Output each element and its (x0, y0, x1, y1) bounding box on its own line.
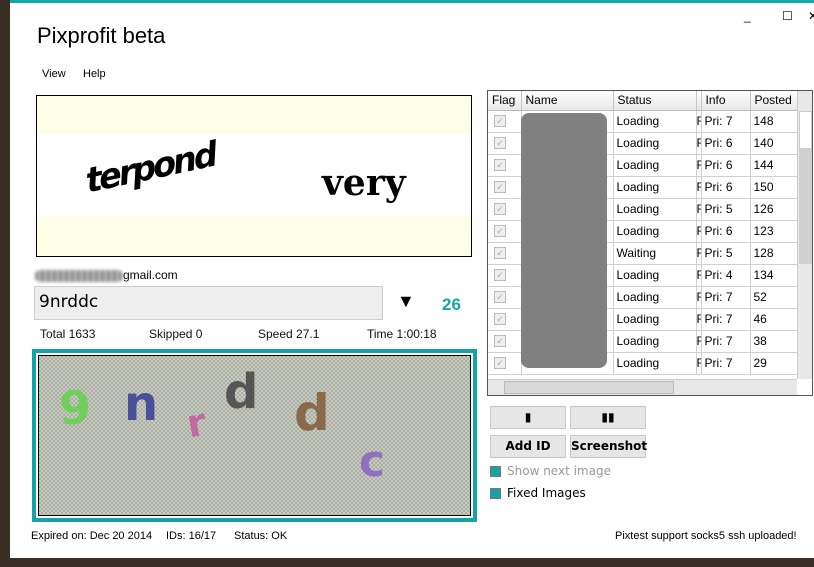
col-posted[interactable]: Posted (750, 91, 798, 111)
cell-posted: 123 (750, 220, 798, 243)
cell-status: Waiting (613, 242, 697, 265)
cell-posted: 46 (750, 308, 798, 331)
cell-info: Pri: 7 (701, 286, 751, 309)
cell-status: Loading (613, 110, 697, 133)
cell-posted: 144 (750, 154, 798, 177)
screenshot-button[interactable]: Screenshot (570, 435, 647, 458)
scroll-thumb[interactable] (799, 149, 812, 264)
account-email: gmail.com (35, 268, 178, 282)
cell-posted: 128 (750, 242, 798, 265)
stat-skipped: Skipped 0 (149, 327, 203, 341)
cell-info: Pri: 7 (701, 308, 751, 331)
cell-status: Loading (613, 330, 697, 353)
cell-posted: 150 (750, 176, 798, 199)
preview-char: d (224, 364, 259, 420)
flag-checkbox[interactable]: ✓ (494, 225, 506, 237)
preview-image-frame: 9 n r d d c (32, 349, 477, 522)
cell-status: Loading (613, 198, 697, 221)
dropdown-arrow-icon[interactable]: ▼ (397, 291, 415, 312)
captcha-word-2: very (322, 162, 406, 204)
col-status[interactable]: Status (613, 91, 697, 111)
col-flag[interactable]: Flag (488, 91, 522, 111)
cell-info: Pri: 4 (701, 264, 751, 287)
cell-status: Loading (613, 264, 697, 287)
menu-view[interactable]: View (42, 68, 66, 80)
cell-status: Loading (613, 220, 697, 243)
checkbox-icon (490, 466, 501, 477)
cell-status: Loading (613, 286, 697, 309)
cell-info: Pri: 6 (701, 132, 751, 155)
stat-time: Time 1:00:18 (367, 327, 437, 341)
cell-info: Pri: 5 (701, 198, 751, 221)
hscroll-thumb[interactable] (504, 381, 674, 394)
stat-total: Total 1633 (40, 327, 96, 341)
stat-speed: Speed 27.1 (258, 327, 320, 341)
cell-posted: 134 (750, 264, 798, 287)
flag-checkbox[interactable]: ✓ (494, 357, 506, 369)
flag-checkbox[interactable]: ✓ (494, 159, 506, 171)
cell-info: Pri: 5 (701, 242, 751, 265)
status-text: Status: OK (234, 530, 288, 542)
app-window: Pixprofit beta _ ☐ ✕ View Help terpond v… (10, 0, 814, 558)
preview-char: 9 (59, 381, 92, 435)
cell-info: Pri: 7 (701, 352, 751, 375)
cell-posted: 29 (750, 352, 798, 375)
accounts-grid[interactable]: Flag Name Status Info Posted ✓ Loading F… (487, 90, 813, 396)
answer-input[interactable]: 9nrddc (34, 286, 383, 320)
fixed-images-checkbox[interactable]: Fixed Images (490, 486, 586, 500)
preview-char: c (359, 436, 386, 487)
pause-button[interactable]: ▮▮ (570, 406, 646, 429)
add-id-button[interactable]: Add ID (490, 435, 566, 458)
cell-status: Loading (613, 308, 697, 331)
maximize-button[interactable]: ☐ (782, 9, 793, 23)
cell-posted: 140 (750, 132, 798, 155)
ids-count: IDs: 16/17 (166, 530, 217, 542)
menu-help[interactable]: Help (83, 68, 106, 80)
flag-checkbox[interactable]: ✓ (494, 313, 506, 325)
status-message: Pixtest support socks5 ssh uploaded! (615, 530, 797, 542)
flag-checkbox[interactable]: ✓ (494, 137, 506, 149)
cell-info: Pri: 7 (701, 330, 751, 353)
flag-checkbox[interactable]: ✓ (494, 203, 506, 215)
cell-info: Pri: 6 (701, 220, 751, 243)
col-info[interactable]: Info (701, 91, 751, 111)
cell-info: Pri: 7 (701, 110, 751, 133)
preview-char: r (183, 399, 210, 447)
flag-checkbox[interactable]: ✓ (494, 291, 506, 303)
captcha-image: terpond very (36, 95, 472, 257)
redacted-names (521, 113, 607, 368)
start-button[interactable]: ▮ (490, 406, 566, 429)
redacted-email (35, 269, 123, 282)
flag-checkbox[interactable]: ✓ (494, 115, 506, 127)
cell-info: Pri: 6 (701, 154, 751, 177)
cell-status: Loading (613, 154, 697, 177)
cell-status: Loading (613, 132, 697, 155)
cell-status: Loading (613, 352, 697, 375)
cell-status: Loading (613, 176, 697, 199)
cell-posted: 126 (750, 198, 798, 221)
countdown: 26 (442, 295, 461, 314)
cell-posted: 38 (750, 330, 798, 353)
flag-checkbox[interactable]: ✓ (494, 181, 506, 193)
scroll-thumb[interactable] (799, 111, 812, 149)
cell-info: Pri: 6 (701, 176, 751, 199)
expiry-date: Expired on: Dec 20 2014 (31, 530, 153, 542)
col-name[interactable]: Name (521, 91, 614, 111)
close-button[interactable]: ✕ (808, 9, 814, 23)
checkbox-icon (490, 488, 501, 499)
flag-checkbox[interactable]: ✓ (494, 335, 506, 347)
horizontal-scrollbar[interactable] (488, 379, 797, 395)
preview-char: n (124, 376, 159, 432)
cell-posted: 148 (750, 110, 798, 133)
minimize-button[interactable]: _ (744, 9, 751, 23)
flag-checkbox[interactable]: ✓ (494, 269, 506, 281)
app-title: Pixprofit beta (37, 23, 166, 48)
vertical-scrollbar[interactable] (797, 91, 812, 379)
preview-image: 9 n r d d c (38, 355, 471, 516)
preview-char: d (294, 384, 330, 442)
flag-checkbox[interactable]: ✓ (494, 247, 506, 259)
cell-posted: 52 (750, 286, 798, 309)
show-next-image-checkbox[interactable]: Show next image (490, 464, 611, 478)
